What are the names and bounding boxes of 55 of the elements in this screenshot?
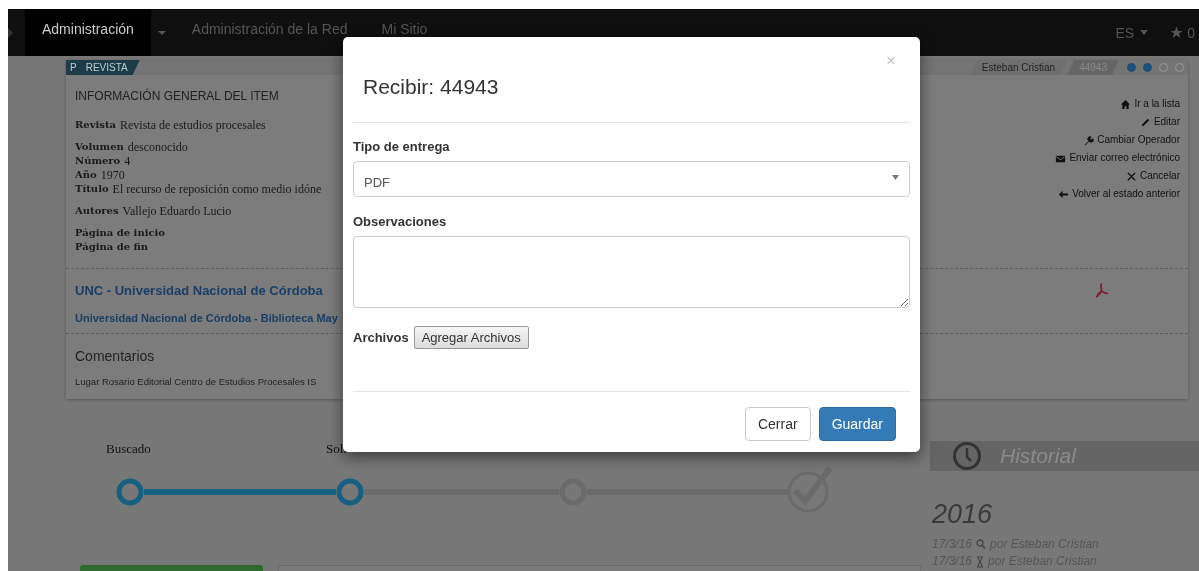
field-label: Página de fin	[75, 240, 149, 254]
type-label: REVISTA	[85, 62, 128, 73]
action-link[interactable]: Ir a la lista	[1120, 97, 1180, 111]
clock-icon	[952, 441, 982, 471]
field-value: El recurso de reposición como medio idóne	[112, 182, 322, 196]
field-label: Revista	[75, 118, 116, 132]
field-label: Número	[75, 154, 121, 168]
operator-tag: Esteban Cristian	[969, 60, 1068, 75]
field-value: Vallejo Eduardo Lucio	[122, 204, 232, 218]
save-button[interactable]: Guardar	[818, 407, 896, 441]
field-value: desconocido	[127, 140, 188, 154]
star-icon	[1170, 26, 1184, 39]
pencil-icon	[1139, 116, 1151, 128]
caret-icon	[8, 27, 14, 38]
dialog-title: Recibir: 44943	[363, 75, 499, 99]
wrench-icon	[1083, 134, 1095, 146]
comments-heading: Comentarios	[75, 348, 156, 364]
action-link[interactable]: Volver al estado anterior	[1058, 187, 1180, 201]
notes-field[interactable]	[353, 236, 910, 308]
close-icon	[1125, 170, 1137, 182]
add-files-button[interactable]: Agregar Archivos	[413, 326, 529, 349]
step-label: Buscado	[106, 441, 151, 457]
field-label: Volumen	[75, 140, 124, 154]
caret-icon	[1140, 30, 1149, 35]
type-letter: P	[70, 62, 77, 73]
field-label: Año	[75, 168, 97, 182]
section-title: INFORMACIÓN GENERAL DEL ITEM	[75, 89, 280, 103]
close-dialog-button[interactable]: Cerrar	[744, 407, 811, 441]
history-year: 2016	[932, 499, 994, 530]
item-details: Lugar Rosario Editorial Centro de Estudios Procesales IS	[75, 376, 318, 387]
nav-link[interactable]: Administración de la Red	[174, 9, 365, 56]
arrow-left-icon	[1058, 188, 1070, 200]
field-label: Autores	[75, 204, 119, 218]
field-label: Tipo de entrega	[353, 139, 451, 154]
field-label: Título	[75, 182, 109, 196]
action-link[interactable]: Enviar correo electrónico	[1055, 151, 1180, 165]
action-link[interactable]: Cambiar Operador	[1083, 133, 1180, 147]
language-menu[interactable]: ES	[1115, 24, 1149, 41]
field-label: Página de inicio	[75, 226, 165, 240]
action-link[interactable]: Cancelar	[1125, 169, 1180, 183]
action-link[interactable]: Editar	[1139, 115, 1180, 129]
pdf-icon[interactable]	[1094, 283, 1110, 299]
delivery-select[interactable]: PDF	[353, 161, 910, 197]
library-branch: Universidad Nacional de Córdoba - Biblioteca May	[75, 312, 339, 324]
caret-icon	[892, 175, 899, 180]
field-value: 4	[124, 154, 131, 168]
home-icon	[1120, 98, 1132, 110]
field-label: Archivos	[353, 330, 409, 345]
nav-link[interactable]: Administración	[25, 9, 151, 56]
field-label: Observaciones	[353, 214, 448, 229]
field-value: 1970	[100, 168, 125, 182]
search-icon	[976, 539, 987, 550]
field-value: Revista de estudios procesales	[120, 118, 266, 132]
favorites-count: 0	[1187, 24, 1195, 41]
hourglass-icon	[976, 555, 985, 568]
